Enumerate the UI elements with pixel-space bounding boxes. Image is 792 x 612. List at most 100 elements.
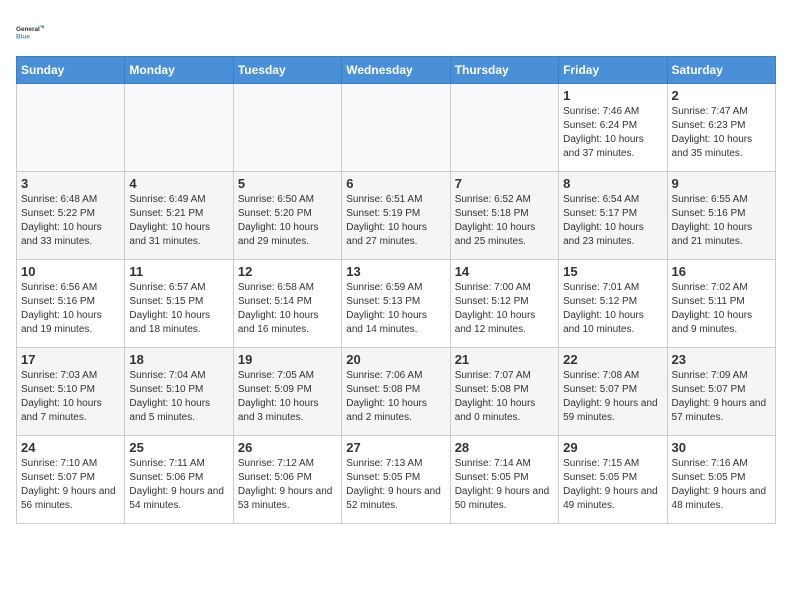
day-number: 29	[563, 440, 662, 455]
weekday-header-tuesday: Tuesday	[233, 57, 341, 84]
weekday-header-sunday: Sunday	[17, 57, 125, 84]
day-info: Sunrise: 7:03 AM Sunset: 5:10 PM Dayligh…	[21, 369, 120, 425]
day-info: Sunrise: 7:00 AM Sunset: 5:12 PM Dayligh…	[455, 281, 554, 337]
day-cell-4: 4 Sunrise: 6:49 AM Sunset: 5:21 PM Daylig…	[125, 172, 233, 260]
day-cell-1: 1Sunrise: 7:46 AM Sunset: 6:24 PM Daylig…	[559, 84, 667, 172]
day-info: Sunrise: 6:50 AM Sunset: 5:20 PM Dayligh…	[238, 193, 337, 249]
day-cell-2: 2 Sunrise: 7:47 AM Sunset: 6:23 PM Daylig…	[667, 84, 775, 172]
day-number: 15	[563, 264, 662, 279]
day-cell-17: 17 Sunrise: 7:03 AM Sunset: 5:10 PM Dayli…	[17, 348, 125, 436]
day-info: Sunrise: 7:15 AM Sunset: 5:05 PM Dayligh…	[563, 457, 662, 513]
day-info: Sunrise: 7:09 AM Sunset: 5:07 PM Dayligh…	[672, 369, 771, 425]
day-info: Sunrise: 6:51 AM Sunset: 5:19 PM Dayligh…	[346, 193, 445, 249]
week-row-1: 1Sunrise: 7:46 AM Sunset: 6:24 PM Daylig…	[17, 84, 776, 172]
day-number: 23	[672, 352, 771, 367]
day-cell-18: 18Sunrise: 7:04 AM Sunset: 5:10 PM Dayli…	[125, 348, 233, 436]
day-cell-22: 22 Sunrise: 7:08 AM Sunset: 5:07 PM Dayli…	[559, 348, 667, 436]
weekday-header-thursday: Thursday	[450, 57, 558, 84]
week-row-3: 10 Sunrise: 6:56 AM Sunset: 5:16 PM Dayli…	[17, 260, 776, 348]
day-info: Sunrise: 7:08 AM Sunset: 5:07 PM Dayligh…	[563, 369, 662, 425]
svg-text:Blue: Blue	[16, 33, 30, 40]
weekday-header-row: SundayMondayTuesdayWednesdayThursdayFrid…	[17, 57, 776, 84]
logo-icon: GeneralBlue	[16, 16, 48, 48]
day-cell-12: 12 Sunrise: 6:58 AM Sunset: 5:14 PM Dayli…	[233, 260, 341, 348]
day-info: Sunrise: 7:14 AM Sunset: 5:05 PM Dayligh…	[455, 457, 554, 513]
calendar: SundayMondayTuesdayWednesdayThursdayFrid…	[16, 56, 776, 524]
day-number: 20	[346, 352, 445, 367]
day-number: 9	[672, 176, 771, 191]
day-info: Sunrise: 6:55 AM Sunset: 5:16 PM Dayligh…	[672, 193, 771, 249]
day-cell-11: 11Sunrise: 6:57 AM Sunset: 5:15 PM Dayli…	[125, 260, 233, 348]
day-info: Sunrise: 7:12 AM Sunset: 5:06 PM Dayligh…	[238, 457, 337, 513]
day-cell-21: 21Sunrise: 7:07 AM Sunset: 5:08 PM Dayli…	[450, 348, 558, 436]
day-cell-6: 6 Sunrise: 6:51 AM Sunset: 5:19 PM Daylig…	[342, 172, 450, 260]
day-number: 19	[238, 352, 337, 367]
day-cell-14: 14Sunrise: 7:00 AM Sunset: 5:12 PM Dayli…	[450, 260, 558, 348]
day-cell-26: 26 Sunrise: 7:12 AM Sunset: 5:06 PM Dayli…	[233, 436, 341, 524]
day-cell-20: 20 Sunrise: 7:06 AM Sunset: 5:08 PM Dayli…	[342, 348, 450, 436]
day-number: 28	[455, 440, 554, 455]
day-number: 21	[455, 352, 554, 367]
day-info: Sunrise: 6:56 AM Sunset: 5:16 PM Dayligh…	[21, 281, 120, 337]
day-info: Sunrise: 6:52 AM Sunset: 5:18 PM Dayligh…	[455, 193, 554, 249]
day-number: 12	[238, 264, 337, 279]
day-cell-13: 13Sunrise: 6:59 AM Sunset: 5:13 PM Dayli…	[342, 260, 450, 348]
day-number: 4	[129, 176, 228, 191]
day-number: 6	[346, 176, 445, 191]
day-cell-27: 27 Sunrise: 7:13 AM Sunset: 5:05 PM Dayli…	[342, 436, 450, 524]
day-number: 8	[563, 176, 662, 191]
day-info: Sunrise: 7:11 AM Sunset: 5:06 PM Dayligh…	[129, 457, 228, 513]
day-info: Sunrise: 7:47 AM Sunset: 6:23 PM Dayligh…	[672, 105, 771, 161]
weekday-header-wednesday: Wednesday	[342, 57, 450, 84]
week-row-2: 3 Sunrise: 6:48 AM Sunset: 5:22 PM Daylig…	[17, 172, 776, 260]
day-number: 10	[21, 264, 120, 279]
day-number: 16	[672, 264, 771, 279]
day-info: Sunrise: 7:10 AM Sunset: 5:07 PM Dayligh…	[21, 457, 120, 513]
day-info: Sunrise: 6:48 AM Sunset: 5:22 PM Dayligh…	[21, 193, 120, 249]
day-info: Sunrise: 7:02 AM Sunset: 5:11 PM Dayligh…	[672, 281, 771, 337]
day-info: Sunrise: 7:01 AM Sunset: 5:12 PM Dayligh…	[563, 281, 662, 337]
day-number: 30	[672, 440, 771, 455]
day-number: 2	[672, 88, 771, 103]
day-number: 7	[455, 176, 554, 191]
day-cell-28: 28 Sunrise: 7:14 AM Sunset: 5:05 PM Dayli…	[450, 436, 558, 524]
day-cell-23: 23 Sunrise: 7:09 AM Sunset: 5:07 PM Dayli…	[667, 348, 775, 436]
svg-text:General: General	[16, 26, 40, 33]
day-number: 27	[346, 440, 445, 455]
day-info: Sunrise: 7:13 AM Sunset: 5:05 PM Dayligh…	[346, 457, 445, 513]
day-info: Sunrise: 6:54 AM Sunset: 5:17 PM Dayligh…	[563, 193, 662, 249]
day-cell-5: 5 Sunrise: 6:50 AM Sunset: 5:20 PM Daylig…	[233, 172, 341, 260]
day-info: Sunrise: 6:49 AM Sunset: 5:21 PM Dayligh…	[129, 193, 228, 249]
weekday-header-monday: Monday	[125, 57, 233, 84]
day-number: 24	[21, 440, 120, 455]
empty-cell	[125, 84, 233, 172]
day-number: 17	[21, 352, 120, 367]
day-cell-24: 24 Sunrise: 7:10 AM Sunset: 5:07 PM Dayli…	[17, 436, 125, 524]
day-number: 3	[21, 176, 120, 191]
empty-cell	[17, 84, 125, 172]
empty-cell	[233, 84, 341, 172]
day-info: Sunrise: 6:58 AM Sunset: 5:14 PM Dayligh…	[238, 281, 337, 337]
day-number: 22	[563, 352, 662, 367]
day-cell-19: 19Sunrise: 7:05 AM Sunset: 5:09 PM Dayli…	[233, 348, 341, 436]
day-info: Sunrise: 7:06 AM Sunset: 5:08 PM Dayligh…	[346, 369, 445, 425]
empty-cell	[450, 84, 558, 172]
logo: GeneralBlue	[16, 16, 48, 48]
day-cell-29: 29 Sunrise: 7:15 AM Sunset: 5:05 PM Dayli…	[559, 436, 667, 524]
day-number: 13	[346, 264, 445, 279]
day-cell-25: 25Sunrise: 7:11 AM Sunset: 5:06 PM Dayli…	[125, 436, 233, 524]
empty-cell	[342, 84, 450, 172]
day-cell-15: 15 Sunrise: 7:01 AM Sunset: 5:12 PM Dayli…	[559, 260, 667, 348]
day-cell-30: 30Sunrise: 7:16 AM Sunset: 5:05 PM Dayli…	[667, 436, 775, 524]
day-info: Sunrise: 7:46 AM Sunset: 6:24 PM Dayligh…	[563, 105, 662, 161]
day-number: 26	[238, 440, 337, 455]
header: GeneralBlue	[16, 16, 776, 48]
day-number: 18	[129, 352, 228, 367]
week-row-4: 17 Sunrise: 7:03 AM Sunset: 5:10 PM Dayli…	[17, 348, 776, 436]
day-cell-9: 9 Sunrise: 6:55 AM Sunset: 5:16 PM Daylig…	[667, 172, 775, 260]
day-cell-10: 10 Sunrise: 6:56 AM Sunset: 5:16 PM Dayli…	[17, 260, 125, 348]
day-number: 5	[238, 176, 337, 191]
day-cell-7: 7 Sunrise: 6:52 AM Sunset: 5:18 PM Daylig…	[450, 172, 558, 260]
day-cell-8: 8 Sunrise: 6:54 AM Sunset: 5:17 PM Daylig…	[559, 172, 667, 260]
weekday-header-friday: Friday	[559, 57, 667, 84]
